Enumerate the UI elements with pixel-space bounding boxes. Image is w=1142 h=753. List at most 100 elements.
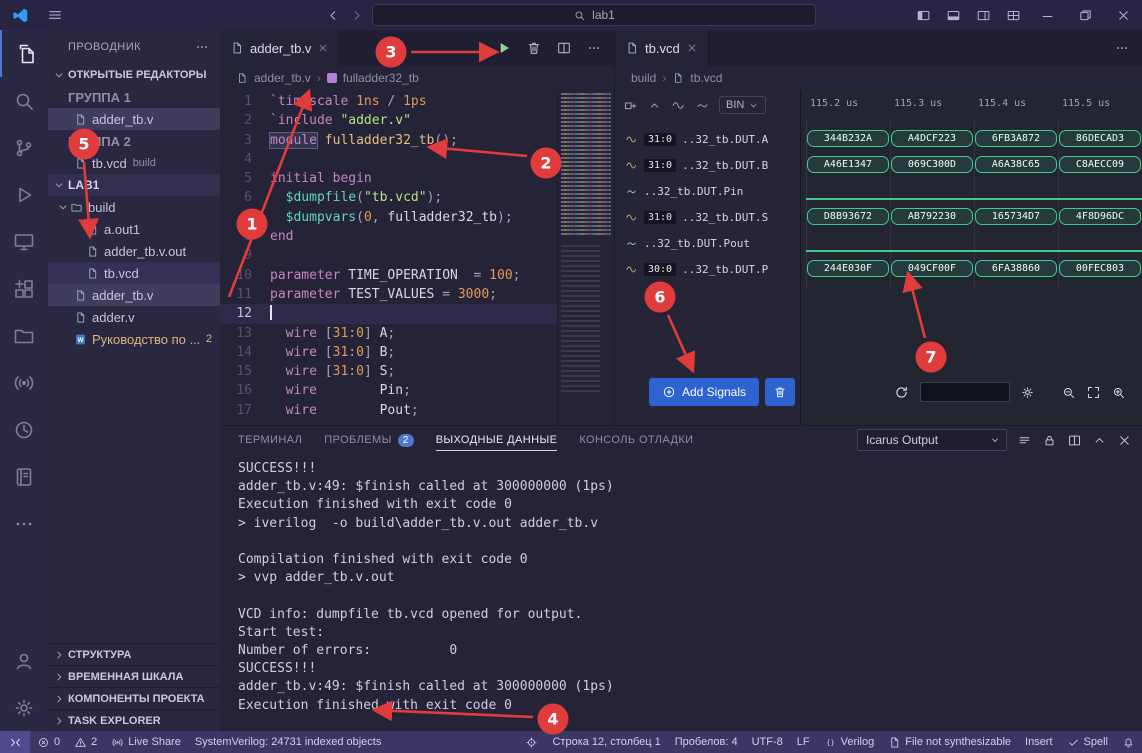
output-filter-icon[interactable] (1017, 433, 1032, 448)
time-input[interactable] (920, 382, 1010, 402)
workspace-root[interactable]: LAB1 (48, 174, 220, 196)
signal-row[interactable]: 31:0..32_tb.DUT.B (615, 152, 800, 178)
code-line[interactable]: 12 (220, 304, 557, 323)
status-cursor-position[interactable]: Строка 12, столбец 1 (545, 731, 667, 753)
sidebar-section-временная-шкала[interactable]: ВРЕМЕННАЯ ШКАЛА (48, 665, 220, 687)
activity-source-control[interactable] (0, 124, 48, 171)
code-line[interactable]: 4 (220, 150, 557, 169)
activity-history[interactable] (0, 406, 48, 453)
tree-item[interactable]: tb.vcdbuild (48, 152, 220, 174)
activity-account[interactable] (0, 637, 48, 684)
code-line[interactable]: 15 wire [31:0] S; (220, 362, 557, 381)
signal-row[interactable]: ..32_tb.DUT.Pout (615, 230, 800, 256)
activity-more[interactable] (0, 500, 48, 547)
status-language-mode[interactable]: {}Verilog (817, 731, 882, 753)
tree-item[interactable]: adder_tb.v (48, 284, 220, 306)
breadcrumb-file[interactable]: adder_tb.v (254, 71, 311, 85)
tree-item[interactable]: adder.v (48, 306, 220, 328)
panel-tab-выходные-данные[interactable]: ВЫХОДНЫЕ ДАННЫЕ (436, 426, 558, 454)
code-line[interactable]: 10parameter TIME_OPERATION = 100; (220, 266, 557, 285)
code-line[interactable]: 16 wire Pin; (220, 381, 557, 400)
zoom-fit-icon[interactable] (1086, 385, 1101, 400)
code-line[interactable]: 9 (220, 246, 557, 265)
run-button-icon[interactable] (496, 40, 512, 56)
gear-icon[interactable] (1020, 385, 1035, 400)
status-encoding[interactable]: UTF-8 (745, 731, 790, 753)
status-insert-mode[interactable]: Insert (1018, 731, 1060, 753)
activity-extensions[interactable] (0, 265, 48, 312)
status-synthesis-status[interactable]: File not synthesizable (881, 731, 1018, 753)
breadcrumb[interactable]: adder_tb.v › fulladder32_tb (220, 66, 614, 90)
minimize-icon[interactable] (1040, 8, 1055, 23)
refresh-icon[interactable] (893, 384, 910, 401)
status-warnings-count[interactable]: 2 (67, 731, 104, 753)
code-line[interactable]: 1`timescale 1ns / 1ps (220, 92, 557, 111)
sidebar-section-структура[interactable]: СТРУКТУРА (48, 643, 220, 665)
format-dropdown[interactable]: BIN (719, 96, 766, 114)
search-box[interactable]: lab1 (372, 4, 816, 26)
remove-signals-button[interactable] (765, 378, 795, 406)
activity-explorer[interactable] (0, 30, 48, 77)
sidebar-section-компоненты-проекта[interactable]: КОМПОНЕНТЫ ПРОЕКТА (48, 687, 220, 709)
panel-tab-консоль-отладки[interactable]: КОНСОЛЬ ОТЛАДКИ (579, 426, 693, 454)
menu-icon[interactable] (47, 7, 63, 23)
status-goto-icon[interactable] (518, 731, 545, 753)
tree-item[interactable]: tb.vcd (48, 262, 220, 284)
breadcrumb-symbol[interactable]: fulladder32_tb (343, 71, 419, 85)
close-tab-icon[interactable] (686, 42, 698, 54)
signal-row[interactable]: 31:0..32_tb.DUT.S (615, 204, 800, 230)
panel-tab-терминал[interactable]: ТЕРМИНАЛ (238, 426, 302, 454)
more-actions-icon[interactable] (1114, 40, 1130, 56)
tree-item[interactable]: adder_tb.v.out (48, 240, 220, 262)
tree-folder[interactable]: build (48, 196, 220, 218)
signal-row[interactable]: 31:0..32_tb.DUT.A (615, 126, 800, 152)
split-panel-icon[interactable] (1067, 433, 1082, 448)
code-line[interactable]: 11parameter TEST_VALUES = 3000; (220, 285, 557, 304)
toggle-sidebar-icon[interactable] (916, 8, 931, 23)
customize-layout-icon[interactable] (1006, 8, 1021, 23)
code-line[interactable]: 13 wire [31:0] A; (220, 324, 557, 343)
activity-live-share[interactable] (0, 359, 48, 406)
status-systemverilog-status[interactable]: SystemVerilog: 24731 indexed objects (188, 731, 389, 753)
zoom-in-icon[interactable] (1111, 385, 1126, 400)
code-line[interactable]: 8end (220, 227, 557, 246)
code-line[interactable]: 14 wire [31:0] B; (220, 343, 557, 362)
close-icon[interactable] (1116, 8, 1131, 23)
tree-item[interactable]: a.out1 (48, 218, 220, 240)
more-actions-icon[interactable] (586, 40, 602, 56)
split-editor-icon[interactable] (556, 40, 572, 56)
tab-tbvcd[interactable]: tb.vcd (615, 30, 709, 66)
signal-row[interactable]: 30:0..32_tb.DUT.P (615, 256, 800, 282)
tab-adder-tb[interactable]: adder_tb.v (220, 30, 340, 66)
status-spell-status[interactable]: Spell (1060, 731, 1115, 753)
code-line[interactable]: 3module fulladder32_tb(); (220, 131, 557, 150)
breadcrumb-folder[interactable]: build (631, 71, 656, 85)
output-channel-select[interactable]: Icarus Output (857, 429, 1007, 451)
forward-icon[interactable] (349, 8, 364, 23)
lock-scroll-icon[interactable] (1042, 433, 1057, 448)
code-line[interactable]: 6 $dumpfile("tb.vcd"); (220, 188, 557, 207)
restore-icon[interactable] (1078, 8, 1093, 23)
activity-project-manager[interactable] (0, 312, 48, 359)
add-signals-button[interactable]: Add Signals (649, 378, 759, 406)
wave-breadcrumb[interactable]: build › tb.vcd (615, 66, 1142, 90)
open-editors-header[interactable]: ОТКРЫТЫЕ РЕДАКТОРЫ (48, 64, 220, 86)
minimap[interactable] (557, 90, 614, 425)
activity-notebook[interactable] (0, 453, 48, 500)
caret-up-icon[interactable] (647, 98, 662, 113)
activity-search[interactable] (0, 77, 48, 124)
breadcrumb-file[interactable]: tb.vcd (690, 71, 722, 85)
sidebar-section-task-explorer[interactable]: TASK EXPLORER (48, 709, 220, 731)
signal-style-icon[interactable] (695, 98, 710, 113)
maximize-panel-icon[interactable] (1092, 433, 1107, 448)
status-indentation[interactable]: Пробелов: 4 (668, 731, 745, 753)
activity-settings[interactable] (0, 684, 48, 731)
zoom-out-icon[interactable] (1061, 385, 1076, 400)
status-live-share[interactable]: Live Share (104, 731, 188, 753)
output-console[interactable]: SUCCESS!!!adder_tb.v:49: $finish called … (220, 454, 1142, 715)
trash-icon[interactable] (526, 40, 542, 56)
status-notifications[interactable] (1115, 731, 1142, 753)
tree-item[interactable]: WРуководство по ...2 (48, 328, 220, 350)
activity-run-debug[interactable] (0, 171, 48, 218)
activity-remote-explorer[interactable] (0, 218, 48, 265)
